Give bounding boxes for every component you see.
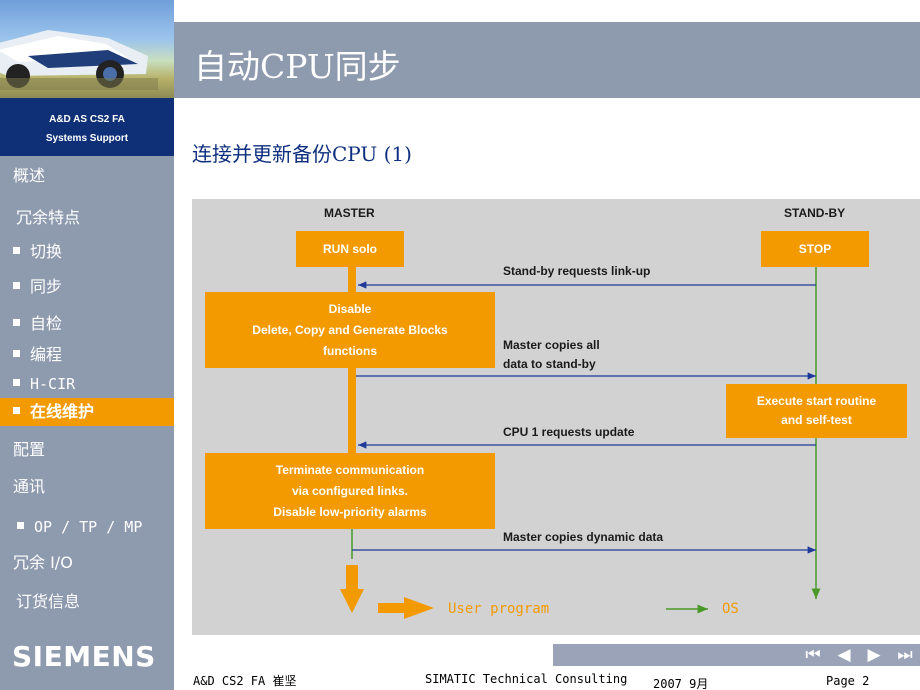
stop-text: STOP <box>798 241 832 256</box>
execute-line-2: and self-test <box>781 413 852 427</box>
nav-item-label: 通讯 <box>13 477 46 496</box>
nav-item-programming[interactable]: 编程 <box>0 343 174 367</box>
terminate-communication-box: Terminate communication via configured l… <box>205 453 495 529</box>
nav-item-label: 配置 <box>13 440 46 459</box>
execute-start-routine-box: Execute start routine and self-test <box>726 384 907 438</box>
legend-user-arrow <box>404 597 434 619</box>
footer-date: 2007 9月 <box>653 677 709 690</box>
brand-line-2: Systems Support <box>45 133 129 144</box>
nav-item-label: OP / TP / MP <box>34 518 143 536</box>
nav-item-label: 冗余 I/O <box>13 553 73 572</box>
bullet-icon <box>13 282 20 289</box>
nav-item-configuration[interactable]: 配置 <box>0 438 174 462</box>
brand-line-1: A&D AS CS2 FA <box>49 114 125 125</box>
msg-copies-all-line-2: data to stand-by <box>503 357 596 371</box>
nav-item-online-maintenance[interactable]: 在线维护 <box>0 398 174 426</box>
nav-item-label: 同步 <box>30 277 63 296</box>
nav-item-label: 概述 <box>13 166 46 185</box>
nav-item-label: 冗余特点 <box>16 208 81 227</box>
bullet-icon <box>13 407 20 414</box>
sidebar: A&D AS CS2 FA Systems Support 概述 冗余特点 切换… <box>0 0 174 690</box>
nav-item-op-tp-mp[interactable]: OP / TP / MP <box>0 515 174 539</box>
bullet-icon <box>13 350 20 357</box>
nav-item-h-cir[interactable]: H-CIR <box>0 373 174 395</box>
disable-line-3: functions <box>323 343 377 358</box>
standby-label: STAND-BY <box>784 206 846 220</box>
prev-page-icon[interactable]: ◀ <box>829 644 859 666</box>
terminate-line-1: Terminate communication <box>275 462 425 477</box>
footer-page-number: Page 2 <box>826 674 870 688</box>
disable-line-1: Disable <box>328 301 372 316</box>
stop-box: STOP <box>761 231 869 267</box>
terminate-line-3: Disable low-priority alarms <box>273 504 427 519</box>
nav-item-switchover[interactable]: 切换 <box>0 240 174 264</box>
legend-user-shaft <box>378 603 406 613</box>
msg-dynamic-data: Master copies dynamic data <box>503 530 664 544</box>
master-down-shaft <box>346 565 358 589</box>
terminate-line-2: via configured links. <box>291 483 409 498</box>
msg-cpu1-update: CPU 1 requests update <box>503 425 635 439</box>
master-down-arrow <box>340 589 364 613</box>
master-label: MASTER <box>324 206 375 220</box>
legend-os: OS <box>722 601 739 617</box>
nav-item-redundant-io[interactable]: 冗余 I/O <box>0 551 174 575</box>
disable-line-2: Delete, Copy and Generate Blocks <box>252 322 448 337</box>
bullet-icon <box>13 247 20 254</box>
nav-item-label: 订货信息 <box>16 592 81 611</box>
msg-copies-all-line-1: Master copies all <box>503 338 600 352</box>
msg-copies-all: Master copies all data to stand-by <box>503 336 600 374</box>
nav-item-self-test[interactable]: 自检 <box>0 312 174 336</box>
page-title: 自动CPU同步 <box>194 47 401 86</box>
disable-functions-box: Disable Delete, Copy and Generate Blocks… <box>205 292 495 368</box>
top-strip <box>174 0 920 22</box>
footer-company: SIMATIC Technical Consulting <box>425 672 628 686</box>
bullet-icon <box>17 522 24 529</box>
nav-item-label: 编程 <box>30 345 63 364</box>
run-solo-box: RUN solo <box>296 231 404 267</box>
nav-item-overview[interactable]: 概述 <box>0 164 174 188</box>
sync-sequence-diagram: MASTER STAND-BY RUN solo STOP Stand-by r… <box>192 199 920 635</box>
msg-linkup: Stand-by requests link-up <box>503 264 651 278</box>
next-page-icon[interactable]: ▶ <box>859 644 889 666</box>
nav-item-label: 在线维护 <box>30 402 95 421</box>
execute-line-1: Execute start routine <box>756 394 877 408</box>
nav-item-redundancy-features[interactable]: 冗余特点 <box>0 206 174 230</box>
last-page-icon[interactable]: ⏭ <box>890 644 920 666</box>
race-car-image <box>0 0 174 98</box>
slide-navigation-bar: ⏮ ◀ ▶ ⏭ <box>553 644 920 666</box>
brand-box: A&D AS CS2 FA Systems Support <box>0 98 174 156</box>
nav-item-communication[interactable]: 通讯 <box>0 475 174 499</box>
siemens-logo: SIEMENS <box>12 640 156 673</box>
legend-user-program: User program <box>448 601 550 617</box>
slide-subtitle: 连接并更新备份CPU (1) <box>192 142 412 166</box>
nav-item-ordering-info[interactable]: 订货信息 <box>0 590 174 614</box>
race-car-graphic <box>0 30 158 90</box>
footer-author: A&D CS2 FA 崔坚 <box>193 674 297 688</box>
nav-item-label: H-CIR <box>30 375 76 393</box>
nav-item-label: 切换 <box>30 242 63 261</box>
run-solo-text: RUN solo <box>323 241 377 256</box>
nav-item-label: 自检 <box>30 314 63 333</box>
bullet-icon <box>13 379 20 386</box>
first-page-icon[interactable]: ⏮ <box>798 644 828 666</box>
bullet-icon <box>13 319 20 326</box>
nav-item-sync[interactable]: 同步 <box>0 275 174 299</box>
